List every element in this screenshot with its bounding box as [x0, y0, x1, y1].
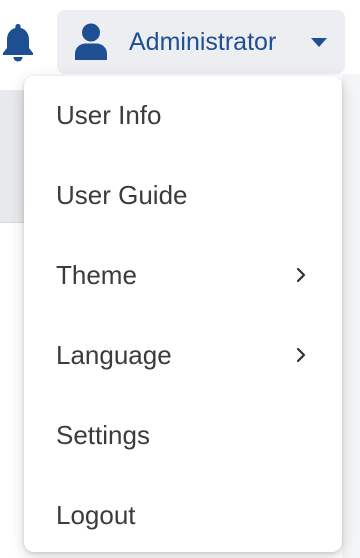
menu-item-logout[interactable]: Logout [24, 476, 342, 556]
user-icon [75, 23, 107, 60]
page-right-edge [342, 74, 360, 558]
menu-item-label: Logout [56, 500, 136, 530]
menu-item-user-info[interactable]: User Info [24, 76, 342, 156]
menu-item-label: User Info [56, 100, 162, 130]
user-name: Administrator [129, 28, 277, 56]
menu-item-settings[interactable]: Settings [24, 396, 342, 476]
menu-item-label: Theme [56, 260, 137, 290]
menu-item-label: Settings [56, 420, 150, 450]
bell-icon [3, 24, 33, 62]
caret-down-icon [311, 38, 327, 47]
menu-item-theme[interactable]: Theme [24, 236, 342, 316]
menu-item-user-guide[interactable]: User Guide [24, 156, 342, 236]
menu-item-language[interactable]: Language [24, 316, 342, 396]
chevron-right-icon [296, 347, 306, 363]
user-menu-button[interactable]: Administrator [57, 10, 345, 74]
user-dropdown-menu: User Info User Guide Theme Language Sett… [24, 76, 342, 552]
menu-item-label: Language [56, 340, 172, 370]
notifications-button[interactable] [0, 22, 36, 62]
chevron-right-icon [296, 267, 306, 283]
menu-item-label: User Guide [56, 180, 188, 210]
